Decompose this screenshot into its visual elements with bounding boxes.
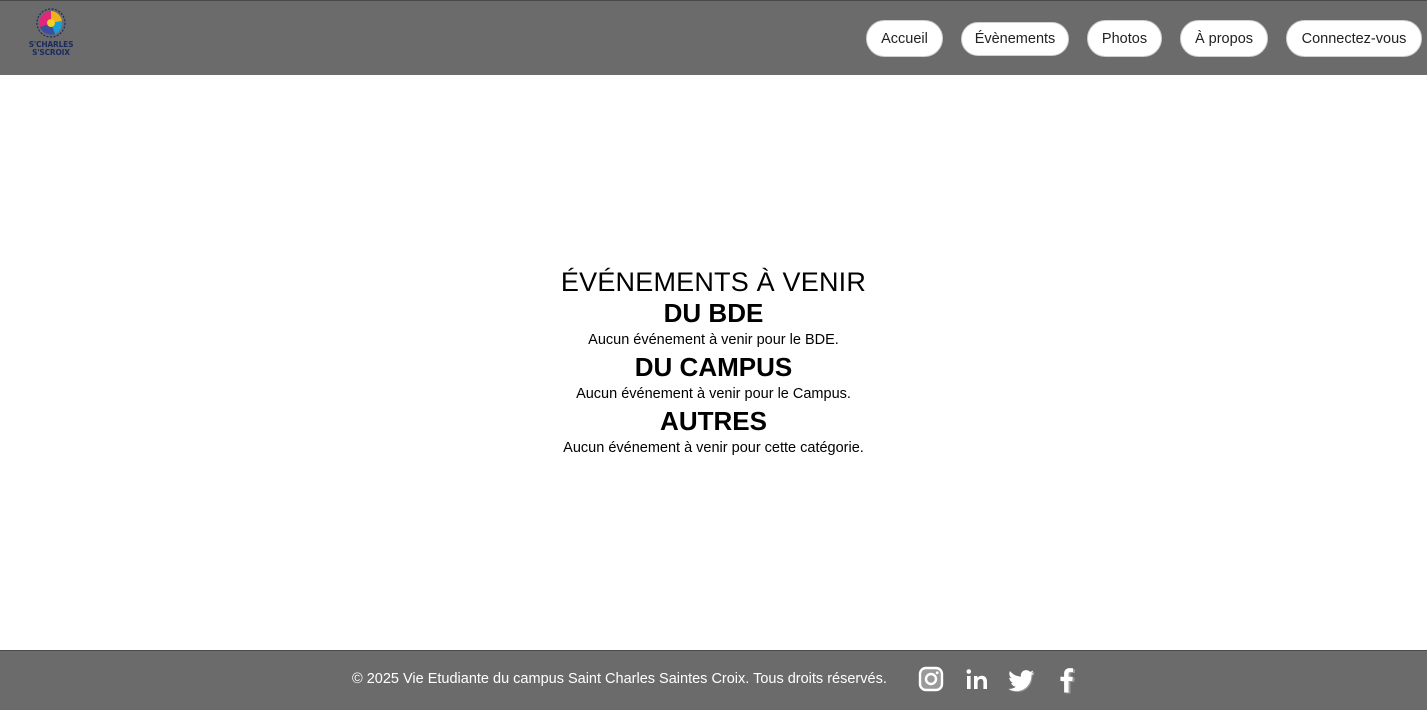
page-title: ÉVÉNEMENTS À VENIR <box>560 267 867 297</box>
instagram-icon[interactable] <box>917 665 947 695</box>
logo-line-2: S'SCROIX <box>32 48 70 57</box>
site-header: S'CHARLES S'SCROIX Accueil Évènements Ph… <box>0 0 1427 75</box>
section-title-autres: AUTRES <box>660 406 767 436</box>
site-logo[interactable]: S'CHARLES S'SCROIX <box>26 7 76 61</box>
facebook-icon[interactable] <box>1052 665 1082 695</box>
nav-photos-button[interactable]: Photos <box>1087 20 1162 57</box>
section-empty-autres: Aucun événement à venir pour cette catég… <box>563 440 864 456</box>
nav-connexion-button[interactable]: Connectez-vous <box>1286 20 1422 57</box>
logo-emblem-icon <box>36 8 66 38</box>
nav-a-propos-button[interactable]: À propos <box>1180 20 1268 57</box>
section-empty-bde: Aucun événement à venir pour le BDE. <box>588 332 839 348</box>
events-content: ÉVÉNEMENTS À VENIR DU BDE Aucun événemen… <box>0 266 1427 460</box>
section-title-bde: DU BDE <box>663 298 764 328</box>
nav-accueil-button[interactable]: Accueil <box>866 20 943 57</box>
twitter-icon[interactable] <box>1007 665 1037 695</box>
logo-text: S'CHARLES S'SCROIX <box>26 41 76 57</box>
site-footer: © 2025 Vie Etudiante du campus Saint Cha… <box>0 650 1427 710</box>
copyright-text: © 2025 Vie Etudiante du campus Saint Cha… <box>352 671 887 687</box>
nav-evenements-button[interactable]: Évènements <box>961 22 1069 56</box>
linkedin-icon[interactable] <box>962 665 992 695</box>
section-title-campus: DU CAMPUS <box>634 352 793 382</box>
page: S'CHARLES S'SCROIX Accueil Évènements Ph… <box>0 0 1427 710</box>
section-empty-campus: Aucun événement à venir pour le Campus. <box>576 386 851 402</box>
